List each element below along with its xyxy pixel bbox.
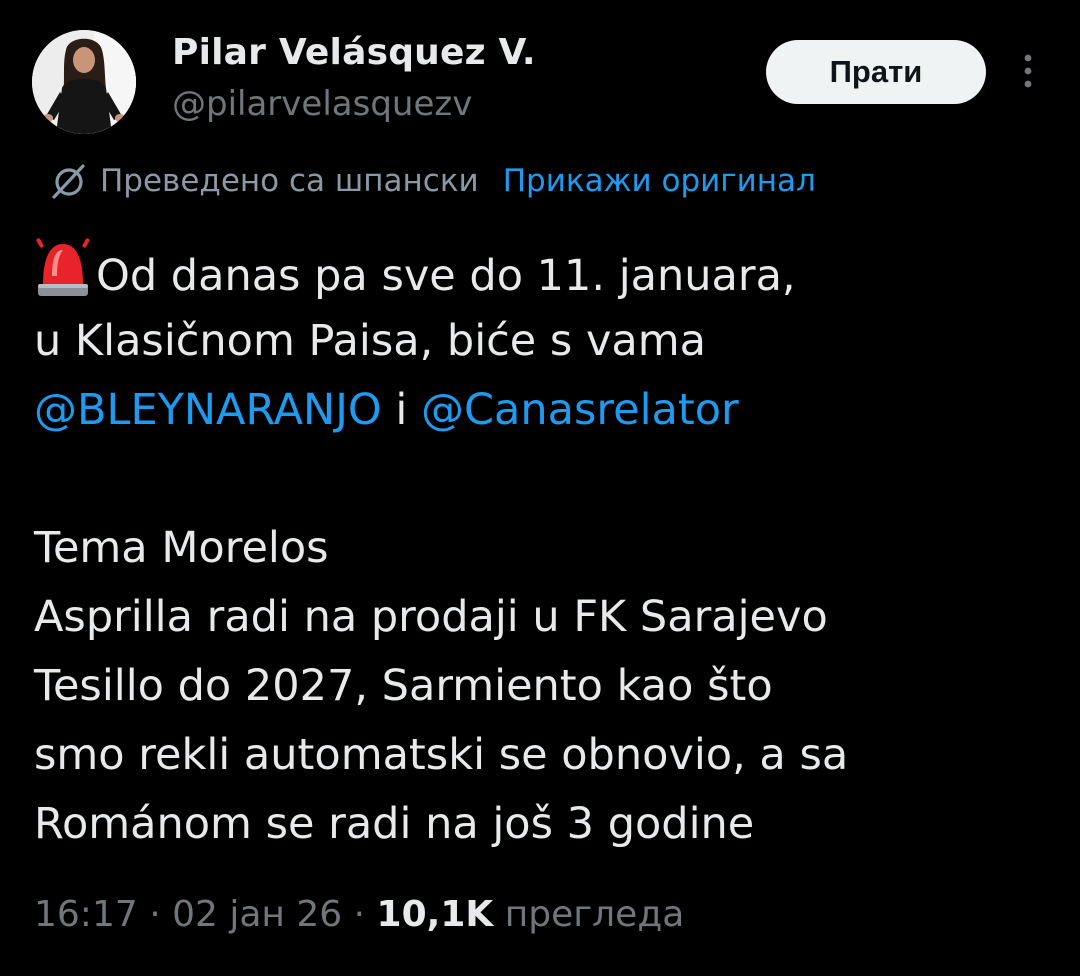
- tweet-time[interactable]: 16:17: [34, 894, 138, 935]
- avatar[interactable]: [32, 30, 136, 134]
- translation-label: Преведено са шпански: [100, 163, 479, 199]
- tweet-line-2: u Klasičnom Paisa, biće s vama: [34, 316, 707, 366]
- show-original-link[interactable]: Прикажи оригинал: [503, 163, 816, 199]
- views-label: прегледа: [493, 894, 685, 935]
- more-options-button[interactable]: [1010, 50, 1046, 94]
- mention-connector: i: [381, 385, 422, 435]
- tweet-date[interactable]: 02 јан 26: [172, 894, 342, 935]
- police-light-emoji-icon: [34, 238, 92, 298]
- follow-button[interactable]: Прати: [766, 40, 986, 104]
- tweet-line-3: @BLEYNARANJO i @Canasrelator: [34, 376, 1044, 445]
- translation-notice: Преведено са шпански Прикажи оригинал: [46, 158, 816, 204]
- display-name[interactable]: Pilar Velásquez V.: [172, 32, 536, 73]
- meta-separator: ·: [137, 894, 173, 935]
- meta-separator: ·: [342, 894, 377, 935]
- mention-link-canasrelator[interactable]: @Canasrelator: [421, 385, 739, 435]
- tweet-line-5: Asprilla radi na prodaji u FK Sarajevo: [34, 592, 828, 642]
- tweet-line-7: smo rekli automatski se obnovio, a sa: [34, 730, 849, 780]
- tweet-text: Od danas pa sve do 11. januara, u Klasič…: [34, 238, 1044, 859]
- username-handle[interactable]: @pilarvelasquezv: [172, 84, 472, 124]
- vertical-ellipsis-icon: [1024, 54, 1032, 88]
- tweet-header: Pilar Velásquez V. @pilarvelasquezv Прат…: [32, 28, 1048, 138]
- tweet-line-4: Tema Morelos: [34, 523, 329, 573]
- mention-link-bleynaranjo[interactable]: @BLEYNARANJO: [34, 385, 382, 435]
- tweet-metadata: 16:17 · 02 јан 26 · 10,1K прегледа: [34, 894, 684, 935]
- tweet-line-1: Od danas pa sve do 11. januara,: [34, 238, 1044, 307]
- views-count[interactable]: 10,1K: [377, 894, 494, 935]
- tweet-line-6: Tesillo do 2027, Sarmiento kao što: [34, 661, 773, 711]
- tweet-line-8: Románom se radi na još 3 godine: [34, 799, 755, 849]
- translate-icon: [46, 159, 90, 203]
- tweet-line-1-text: Od danas pa sve do 11. januara,: [96, 251, 796, 301]
